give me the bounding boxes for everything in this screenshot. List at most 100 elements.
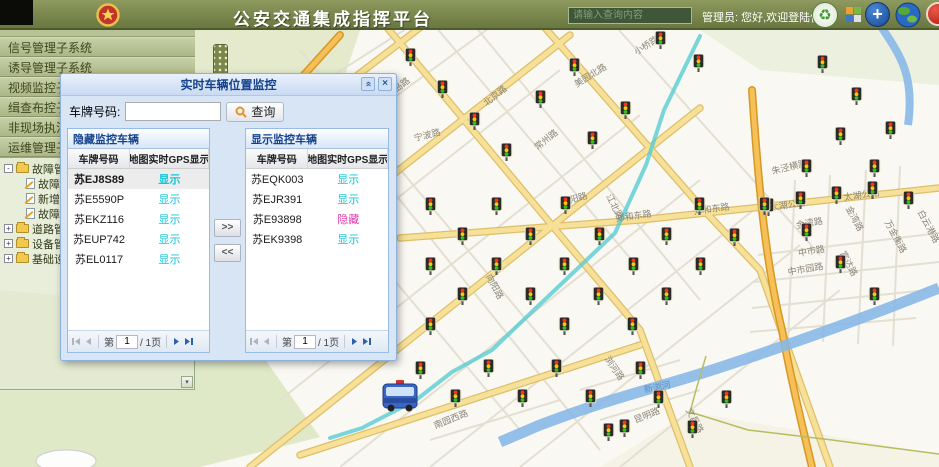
sidebar-item-0[interactable]: 信号管理子系统 (0, 37, 195, 57)
traffic-signal-icon[interactable] (587, 131, 598, 149)
traffic-signal-icon[interactable] (653, 390, 664, 408)
traffic-signal-icon[interactable] (628, 257, 639, 275)
gps-toggle-link[interactable]: 显示 (159, 191, 181, 207)
traffic-signal-icon[interactable] (851, 87, 862, 105)
plate-number: 苏EJ8S89 (68, 171, 130, 187)
gps-toggle-link[interactable]: 显示 (159, 211, 181, 227)
traffic-signal-icon[interactable] (559, 257, 570, 275)
traffic-signal-icon[interactable] (517, 389, 528, 407)
gps-toggle-link[interactable]: 显示 (159, 251, 181, 267)
road-label: 昆明路 (632, 405, 661, 425)
shown-panel-title: 显示监控车辆 (246, 129, 388, 149)
gps-toggle-link[interactable]: 显示 (337, 171, 359, 187)
vehicle-row[interactable]: 苏E93898隐藏 (246, 209, 388, 229)
traffic-signal-icon[interactable] (869, 159, 880, 177)
close-dialog-icon[interactable]: × (378, 77, 392, 91)
vehicle-row[interactable]: 苏EK9398 显示 (246, 229, 388, 249)
gps-toggle-link[interactable]: 显示 (159, 171, 181, 187)
col-gps[interactable]: 地图实时GPS显示 (130, 149, 209, 168)
expand-icon[interactable]: + (4, 254, 13, 263)
move-left-button[interactable]: << (214, 244, 241, 262)
traffic-signal-icon[interactable] (801, 159, 812, 177)
vehicle-row[interactable]: 苏EUP742显示 (68, 229, 209, 249)
last-page-button[interactable] (183, 336, 194, 347)
record-icon[interactable] (926, 2, 939, 26)
traffic-signal-icon[interactable] (661, 227, 672, 245)
traffic-signal-icon[interactable] (491, 197, 502, 215)
dialog-titlebar[interactable]: 实时车辆位置监控 « × (61, 74, 396, 96)
map-globe-icon[interactable] (895, 2, 921, 28)
vehicle-row[interactable]: 苏EKZ116显示 (68, 209, 209, 229)
traffic-signal-icon[interactable] (695, 257, 706, 275)
expand-icon[interactable]: - (4, 164, 13, 173)
plate-number-input[interactable] (125, 102, 221, 121)
folder-icon (16, 164, 29, 173)
traffic-signal-icon[interactable] (655, 31, 666, 49)
shown-vehicle-rows: 苏EQK003显示苏EJR391显示苏E93898隐藏苏EK9398 显示 (246, 169, 388, 330)
app-grid-icon[interactable] (846, 7, 863, 24)
traffic-signal-icon[interactable] (869, 287, 880, 305)
gps-toggle-link[interactable]: 显示 (337, 191, 359, 207)
traffic-signal-icon[interactable] (835, 127, 846, 145)
traffic-signal-icon[interactable] (559, 317, 570, 335)
traffic-signal-icon[interactable] (483, 359, 494, 377)
gps-toggle-link[interactable]: 隐藏 (337, 211, 359, 227)
traffic-signal-icon[interactable] (535, 90, 546, 108)
page-number-input[interactable] (116, 335, 138, 349)
traffic-signal-icon[interactable] (501, 143, 512, 161)
vehicle-row[interactable]: 苏EJ8S89 显示 (68, 169, 209, 189)
traffic-signal-icon[interactable] (627, 317, 638, 335)
col-gps[interactable]: 地图实时GPS显示 (308, 149, 388, 168)
add-icon[interactable]: + (865, 2, 890, 27)
traffic-signal-icon[interactable] (593, 287, 604, 305)
traffic-signal-icon[interactable] (693, 54, 704, 72)
folder-icon (16, 254, 29, 263)
traffic-signal-icon[interactable] (885, 121, 896, 139)
traffic-signal-icon[interactable] (569, 58, 580, 76)
dialog-toolbar: 车牌号码: 查询 (61, 96, 396, 127)
vehicle-row[interactable]: 苏EQK003显示 (246, 169, 388, 189)
traffic-signal-icon[interactable] (619, 419, 630, 437)
next-page-button[interactable] (350, 336, 359, 347)
vehicle-row[interactable]: 苏EJR391显示 (246, 189, 388, 209)
first-page-button[interactable] (71, 336, 82, 347)
first-page-button[interactable] (249, 336, 260, 347)
traffic-signal-icon[interactable] (635, 361, 646, 379)
app-title: 公安交通集成指挥平台 (233, 5, 433, 30)
traffic-signal-icon[interactable] (835, 255, 846, 273)
global-search-input[interactable] (568, 7, 692, 24)
traffic-signal-icon[interactable] (415, 361, 426, 379)
traffic-signal-icon[interactable] (661, 287, 672, 305)
query-button[interactable]: 查询 (226, 102, 284, 122)
road-label: 白云港路 (916, 208, 939, 245)
expand-icon[interactable]: + (4, 239, 13, 248)
col-plate[interactable]: 车牌号码 (68, 149, 130, 168)
traffic-signal-icon[interactable] (721, 390, 732, 408)
gps-toggle-link[interactable]: 显示 (337, 231, 359, 247)
prev-page-button[interactable] (84, 336, 93, 347)
gps-toggle-link[interactable]: 显示 (159, 231, 181, 247)
traffic-signal-icon[interactable] (903, 191, 914, 209)
traffic-signal-icon[interactable] (425, 197, 436, 215)
expand-icon[interactable]: + (4, 224, 13, 233)
vehicle-row[interactable]: 苏EL0117显示 (68, 249, 209, 269)
traffic-signal-icon[interactable] (457, 227, 468, 245)
traffic-signal-icon[interactable] (603, 423, 614, 441)
scroll-down-button[interactable]: ▾ (181, 376, 193, 388)
traffic-signal-icon[interactable] (801, 223, 812, 241)
last-page-button[interactable] (361, 336, 372, 347)
prev-page-button[interactable] (262, 336, 271, 347)
monitored-vehicle-icon[interactable] (383, 380, 417, 412)
collapse-dialog-icon[interactable]: « (361, 77, 375, 91)
move-right-button[interactable]: >> (214, 219, 241, 237)
col-plate[interactable]: 车牌号码 (246, 149, 308, 168)
plate-number: 苏EK9398 (246, 231, 308, 247)
vehicle-row[interactable]: 苏E5590P显示 (68, 189, 209, 209)
traffic-signal-icon[interactable] (425, 257, 436, 275)
page-number-input[interactable] (294, 335, 316, 349)
traffic-signal-icon[interactable] (525, 287, 536, 305)
recycle-icon[interactable]: ♻ (812, 2, 838, 28)
next-page-button[interactable] (172, 336, 181, 347)
traffic-signal-icon[interactable] (425, 317, 436, 335)
sidebar-top-cap (0, 30, 195, 37)
